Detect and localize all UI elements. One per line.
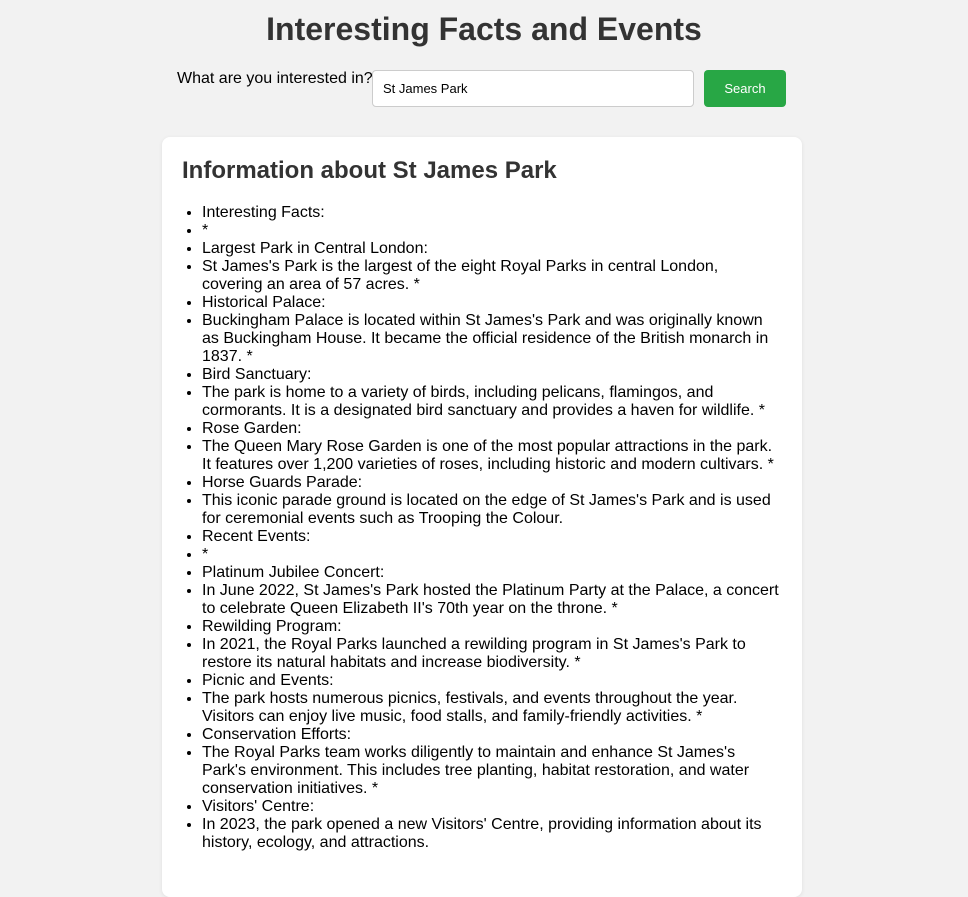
info-list: Interesting Facts:*Largest Park in Centr… [182,204,782,852]
list-item: Horse Guards Parade: [202,474,782,492]
list-item: The park is home to a variety of birds, … [202,384,782,420]
list-item: In June 2022, St James's Park hosted the… [202,582,782,618]
list-item: Historical Palace: [202,294,782,312]
list-item: * [202,222,782,240]
page-title: Interesting Facts and Events [266,11,702,47]
list-item: This iconic parade ground is located on … [202,492,782,528]
list-item: In 2021, the Royal Parks launched a rewi… [202,636,782,672]
list-item: The Queen Mary Rose Garden is one of the… [202,438,782,474]
search-button[interactable]: Search [704,70,786,107]
list-item: Largest Park in Central London: [202,240,782,258]
list-item: The Royal Parks team works diligently to… [202,744,782,798]
list-item: Recent Events: [202,528,782,546]
list-item: In 2023, the park opened a new Visitors'… [202,816,782,852]
info-heading: Information about St James Park [182,157,557,184]
list-item: St James's Park is the largest of the ei… [202,258,782,294]
list-item: Rewilding Program: [202,618,782,636]
list-item: Interesting Facts: [202,204,782,222]
list-item: Rose Garden: [202,420,782,438]
list-item: Visitors' Centre: [202,798,782,816]
list-item: Bird Sanctuary: [202,366,782,384]
search-label: What are you interested in? [177,70,373,87]
search-input[interactable] [372,70,694,107]
list-item: * [202,546,782,564]
info-card: Information about St James Park Interest… [162,137,802,897]
list-item: Buckingham Palace is located within St J… [202,312,782,366]
list-item: Conservation Efforts: [202,726,782,744]
list-item: The park hosts numerous picnics, festiva… [202,690,782,726]
list-item: Picnic and Events: [202,672,782,690]
list-item: Platinum Jubilee Concert: [202,564,782,582]
